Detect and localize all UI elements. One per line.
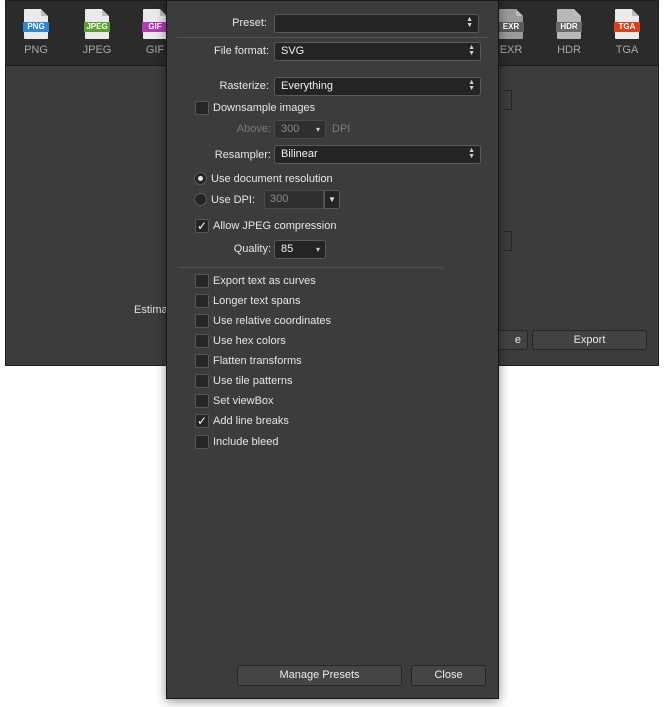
use-document-resolution-label: Use document resolution bbox=[211, 173, 333, 185]
format-jpeg-button[interactable]: JPEG JPEG bbox=[72, 9, 122, 56]
use-document-resolution-radio[interactable] bbox=[194, 172, 207, 185]
option-checkbox-use-tile-patterns[interactable] bbox=[195, 374, 209, 388]
stepper-icon: ▲ ▼ bbox=[468, 44, 475, 57]
chevron-down-icon: ▾ bbox=[315, 125, 320, 134]
chevron-down-icon: ▼ bbox=[328, 195, 336, 204]
rasterize-select[interactable]: Everything ▲ ▼ bbox=[274, 77, 481, 96]
option-label: Longer text spans bbox=[213, 295, 301, 307]
option-label: Use relative coordinates bbox=[213, 315, 332, 327]
format-tga-button[interactable]: TGA TGA bbox=[602, 9, 652, 56]
quality-label: Quality: bbox=[233, 243, 271, 255]
option-checkbox-use-relative-coordinates[interactable] bbox=[195, 314, 209, 328]
above-label: Above: bbox=[236, 123, 271, 135]
field-edge bbox=[504, 90, 512, 110]
option-checkbox-longer-text-spans[interactable] bbox=[195, 294, 209, 308]
stepper-icon: ▲ ▼ bbox=[468, 147, 475, 160]
option-label: Add line breaks bbox=[213, 415, 289, 427]
png-file-icon: PNG bbox=[23, 9, 49, 39]
option-checkbox-add-line-breaks[interactable]: ✓ bbox=[195, 414, 209, 428]
tga-file-icon: TGA bbox=[614, 9, 640, 39]
option-checkbox-export-text-as-curves[interactable] bbox=[195, 274, 209, 288]
divider bbox=[177, 37, 489, 38]
format-png-button[interactable]: PNG PNG bbox=[11, 9, 61, 56]
file-format-label: File format: bbox=[213, 45, 269, 57]
option-label: Flatten transforms bbox=[213, 355, 302, 367]
option-label: Include bleed bbox=[213, 436, 279, 448]
format-hdr-button[interactable]: HDR HDR bbox=[544, 9, 594, 56]
divider bbox=[179, 267, 443, 268]
allow-jpeg-checkbox[interactable]: ✓ bbox=[195, 219, 209, 233]
resampler-label: Resampler: bbox=[214, 149, 271, 161]
dpi-dropdown-button[interactable]: ▼ bbox=[324, 190, 340, 209]
format-label: TGA bbox=[615, 44, 639, 56]
rasterize-label: Rasterize: bbox=[219, 80, 269, 92]
preset-label: Preset: bbox=[232, 17, 267, 29]
format-label: HDR bbox=[557, 44, 581, 56]
allow-jpeg-label: Allow JPEG compression bbox=[213, 220, 337, 232]
option-checkbox-flatten-transforms[interactable] bbox=[195, 354, 209, 368]
manage-presets-button[interactable]: Manage Presets bbox=[237, 665, 402, 686]
option-checkbox-set-viewbox[interactable] bbox=[195, 394, 209, 408]
above-unit: DPI bbox=[332, 123, 351, 135]
export-button[interactable]: Export bbox=[532, 330, 647, 350]
option-checkbox-use-hex-colors[interactable] bbox=[195, 334, 209, 348]
estimated-size-label: Estima bbox=[134, 304, 168, 316]
use-dpi-radio[interactable] bbox=[194, 193, 207, 206]
above-dpi-select[interactable]: 300 ▾ bbox=[274, 120, 326, 139]
dpi-input[interactable]: 300 bbox=[264, 190, 324, 209]
svg-options-panel: Preset: ▲ ▼ File format: SVG ▲ ▼ Rasterize:… bbox=[166, 0, 499, 699]
stepper-icon: ▲ ▼ bbox=[466, 16, 473, 29]
option-label: Use tile patterns bbox=[213, 375, 293, 387]
use-dpi-label: Use DPI: bbox=[211, 194, 256, 206]
stepper-icon: ▲ ▼ bbox=[468, 79, 475, 92]
downsample-label: Downsample images bbox=[213, 102, 316, 114]
option-label: Set viewBox bbox=[213, 395, 274, 407]
hdr-file-icon: HDR bbox=[556, 9, 582, 39]
chevron-down-icon: ▾ bbox=[315, 245, 320, 254]
downsample-checkbox[interactable] bbox=[195, 101, 209, 115]
format-label: JPEG bbox=[82, 44, 112, 56]
file-format-select[interactable]: SVG ▲ ▼ bbox=[274, 42, 481, 61]
preset-select[interactable]: ▲ ▼ bbox=[274, 14, 479, 33]
field-edge bbox=[504, 231, 512, 251]
format-label: PNG bbox=[24, 44, 48, 56]
exr-file-icon: EXR bbox=[498, 9, 524, 39]
option-label: Use hex colors bbox=[213, 335, 286, 347]
quality-select[interactable]: 85 ▾ bbox=[274, 240, 326, 259]
gif-file-icon: GIF bbox=[142, 9, 168, 39]
option-label: Export text as curves bbox=[213, 275, 316, 287]
jpeg-file-icon: JPEG bbox=[84, 9, 110, 39]
option-checkbox-include-bleed[interactable] bbox=[195, 435, 209, 449]
close-button[interactable]: Close bbox=[411, 665, 486, 686]
resampler-select[interactable]: Bilinear ▲ ▼ bbox=[274, 145, 481, 164]
